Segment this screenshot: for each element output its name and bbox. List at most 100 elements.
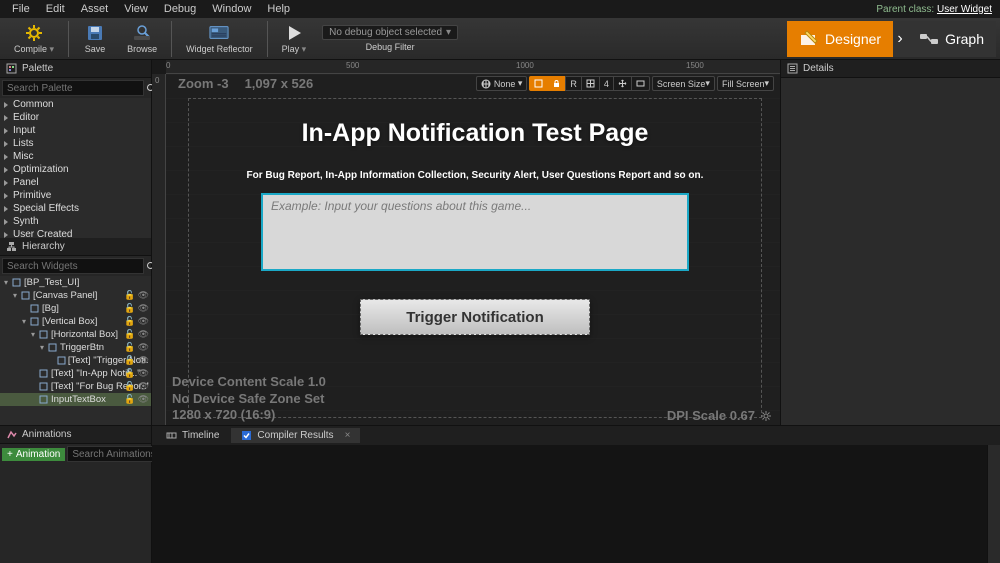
hierarchy-tab[interactable]: Hierarchy: [0, 238, 151, 256]
tool-1[interactable]: [529, 76, 548, 91]
trigger-notification-button[interactable]: Trigger Notification: [360, 299, 590, 335]
palette-group[interactable]: Input: [0, 124, 151, 137]
tool-preview[interactable]: [631, 76, 650, 91]
canvas-info: Zoom -3 1,097 x 526: [178, 76, 313, 91]
lock-icon[interactable]: 🔓: [124, 381, 135, 392]
palette-group[interactable]: Misc: [0, 150, 151, 163]
menu-window[interactable]: Window: [204, 1, 259, 17]
menu-debug[interactable]: Debug: [156, 1, 204, 17]
hierarchy-search-row: [0, 256, 151, 276]
details-tab[interactable]: Details: [781, 60, 1000, 78]
tool-lock[interactable]: [547, 76, 566, 91]
details-title: Details: [803, 63, 834, 74]
palette-group[interactable]: Synth: [0, 215, 151, 228]
debug-object-dropdown[interactable]: No debug object selected: [322, 25, 458, 40]
design-canvas[interactable]: Zoom -3 1,097 x 526 None ▾ R 4 Screen Si: [166, 74, 780, 425]
palette-group[interactable]: Special Effects: [0, 202, 151, 215]
palette-search-input[interactable]: [2, 80, 144, 96]
toolbar: Compile ▾ Save Browse Widget Reflector P…: [0, 18, 1000, 60]
save-button[interactable]: Save: [73, 19, 117, 59]
lock-icon[interactable]: 🔓: [124, 290, 135, 301]
output-body[interactable]: [152, 445, 1000, 563]
hierarchy-search-input[interactable]: [2, 258, 144, 274]
eye-icon[interactable]: 👁: [138, 329, 149, 340]
graph-mode-button[interactable]: Graph: [907, 21, 996, 57]
eye-icon[interactable]: 👁: [138, 290, 149, 301]
hierarchy-item[interactable]: [Text] "For Bug Repor.."🔓👁: [0, 380, 151, 393]
compile-button[interactable]: Compile ▾: [4, 19, 64, 59]
animations-panel: Animations +Animation: [0, 426, 152, 563]
layout-icon: [534, 79, 543, 88]
eye-icon[interactable]: 👁: [138, 355, 149, 366]
lock-icon[interactable]: 🔓: [124, 394, 135, 405]
left-column: Palette CommonEditorInputListsMiscOptimi…: [0, 60, 152, 425]
fill-screen-dropdown[interactable]: Fill Screen▾: [717, 76, 774, 91]
close-icon[interactable]: ×: [345, 430, 351, 441]
eye-icon[interactable]: 👁: [138, 303, 149, 314]
lock-icon[interactable]: 🔓: [124, 316, 135, 327]
palette-group[interactable]: Primitive: [0, 189, 151, 202]
palette-group[interactable]: Panel: [0, 176, 151, 189]
lock-icon[interactable]: 🔓: [124, 303, 135, 314]
animations-tab[interactable]: Animations: [0, 426, 151, 444]
widget-reflector-button[interactable]: Widget Reflector: [176, 19, 263, 59]
menu-view[interactable]: View: [116, 1, 156, 17]
palette-group[interactable]: Editor: [0, 111, 151, 124]
tool-grid[interactable]: [581, 76, 600, 91]
hierarchy-item[interactable]: ▾[Vertical Box]🔓👁: [0, 315, 151, 328]
eye-icon[interactable]: 👁: [138, 316, 149, 327]
palette-group[interactable]: Optimization: [0, 163, 151, 176]
main-area: Palette CommonEditorInputListsMiscOptimi…: [0, 60, 1000, 425]
play-button[interactable]: Play ▾: [272, 19, 317, 59]
parent-class-link[interactable]: User Widget: [937, 4, 992, 15]
hierarchy-item[interactable]: ▾[BP_Test_UI]: [0, 276, 151, 289]
play-label: Play ▾: [282, 44, 307, 55]
hierarchy-item[interactable]: ▾TriggerBtn🔓👁: [0, 341, 151, 354]
output-panel: Timeline Compiler Results ×: [152, 426, 1000, 563]
screen-size-dropdown[interactable]: Screen Size▾: [652, 76, 715, 91]
eye-icon[interactable]: 👁: [138, 342, 149, 353]
lock-icon[interactable]: 🔓: [124, 342, 135, 353]
input-textbox-widget[interactable]: Example: Input your questions about this…: [261, 193, 689, 271]
hierarchy-item[interactable]: ▾[Horizontal Box]🔓👁: [0, 328, 151, 341]
palette-group[interactable]: User Created: [0, 228, 151, 238]
lang-dropdown[interactable]: None ▾: [476, 76, 527, 91]
eye-icon[interactable]: 👁: [138, 381, 149, 392]
menu-help[interactable]: Help: [259, 1, 298, 17]
tool-resolution[interactable]: R: [565, 76, 582, 91]
tool-move[interactable]: [613, 76, 632, 91]
widget-type-icon: [39, 369, 49, 379]
gear-icon[interactable]: [760, 410, 772, 422]
palette-group[interactable]: Lists: [0, 137, 151, 150]
eye-icon[interactable]: 👁: [138, 368, 149, 379]
hierarchy-item[interactable]: [Text] "Trigger Noti.."🔓👁: [0, 354, 151, 367]
add-animation-button[interactable]: +Animation: [2, 448, 65, 461]
browse-icon: [132, 23, 152, 43]
menu-file[interactable]: File: [4, 1, 38, 17]
menubar: File Edit Asset View Debug Window Help P…: [0, 0, 1000, 18]
menu-asset[interactable]: Asset: [73, 1, 117, 17]
hierarchy-item[interactable]: InputTextBox🔓👁: [0, 393, 151, 406]
hierarchy-item[interactable]: [Bg]🔓👁: [0, 302, 151, 315]
menu-edit[interactable]: Edit: [38, 1, 73, 17]
hierarchy-item[interactable]: ▾[Canvas Panel]🔓👁: [0, 289, 151, 302]
page-title-text: In-App Notification Test Page: [189, 119, 761, 148]
palette-tab[interactable]: Palette: [0, 60, 151, 78]
hierarchy-icon: [6, 241, 17, 252]
eye-icon[interactable]: 👁: [138, 394, 149, 405]
toolbar-separator: [68, 21, 69, 57]
widget-type-icon: [12, 278, 22, 288]
lock-icon[interactable]: 🔓: [124, 329, 135, 340]
design-surface[interactable]: In-App Notification Test Page For Bug Re…: [188, 98, 762, 418]
lock-icon[interactable]: 🔓: [124, 355, 135, 366]
palette-group[interactable]: Common: [0, 98, 151, 111]
timeline-tab[interactable]: Timeline: [156, 428, 229, 443]
designer-mode-button[interactable]: Designer: [787, 21, 893, 57]
browse-button[interactable]: Browse: [117, 19, 167, 59]
compiler-results-tab[interactable]: Compiler Results ×: [231, 428, 360, 443]
chevron-right-icon: [2, 192, 10, 200]
lock-icon[interactable]: 🔓: [124, 368, 135, 379]
hierarchy-item[interactable]: [Text] "In-App Notifi.."🔓👁: [0, 367, 151, 380]
tool-snap[interactable]: 4: [599, 76, 614, 91]
details-icon: [787, 63, 798, 74]
